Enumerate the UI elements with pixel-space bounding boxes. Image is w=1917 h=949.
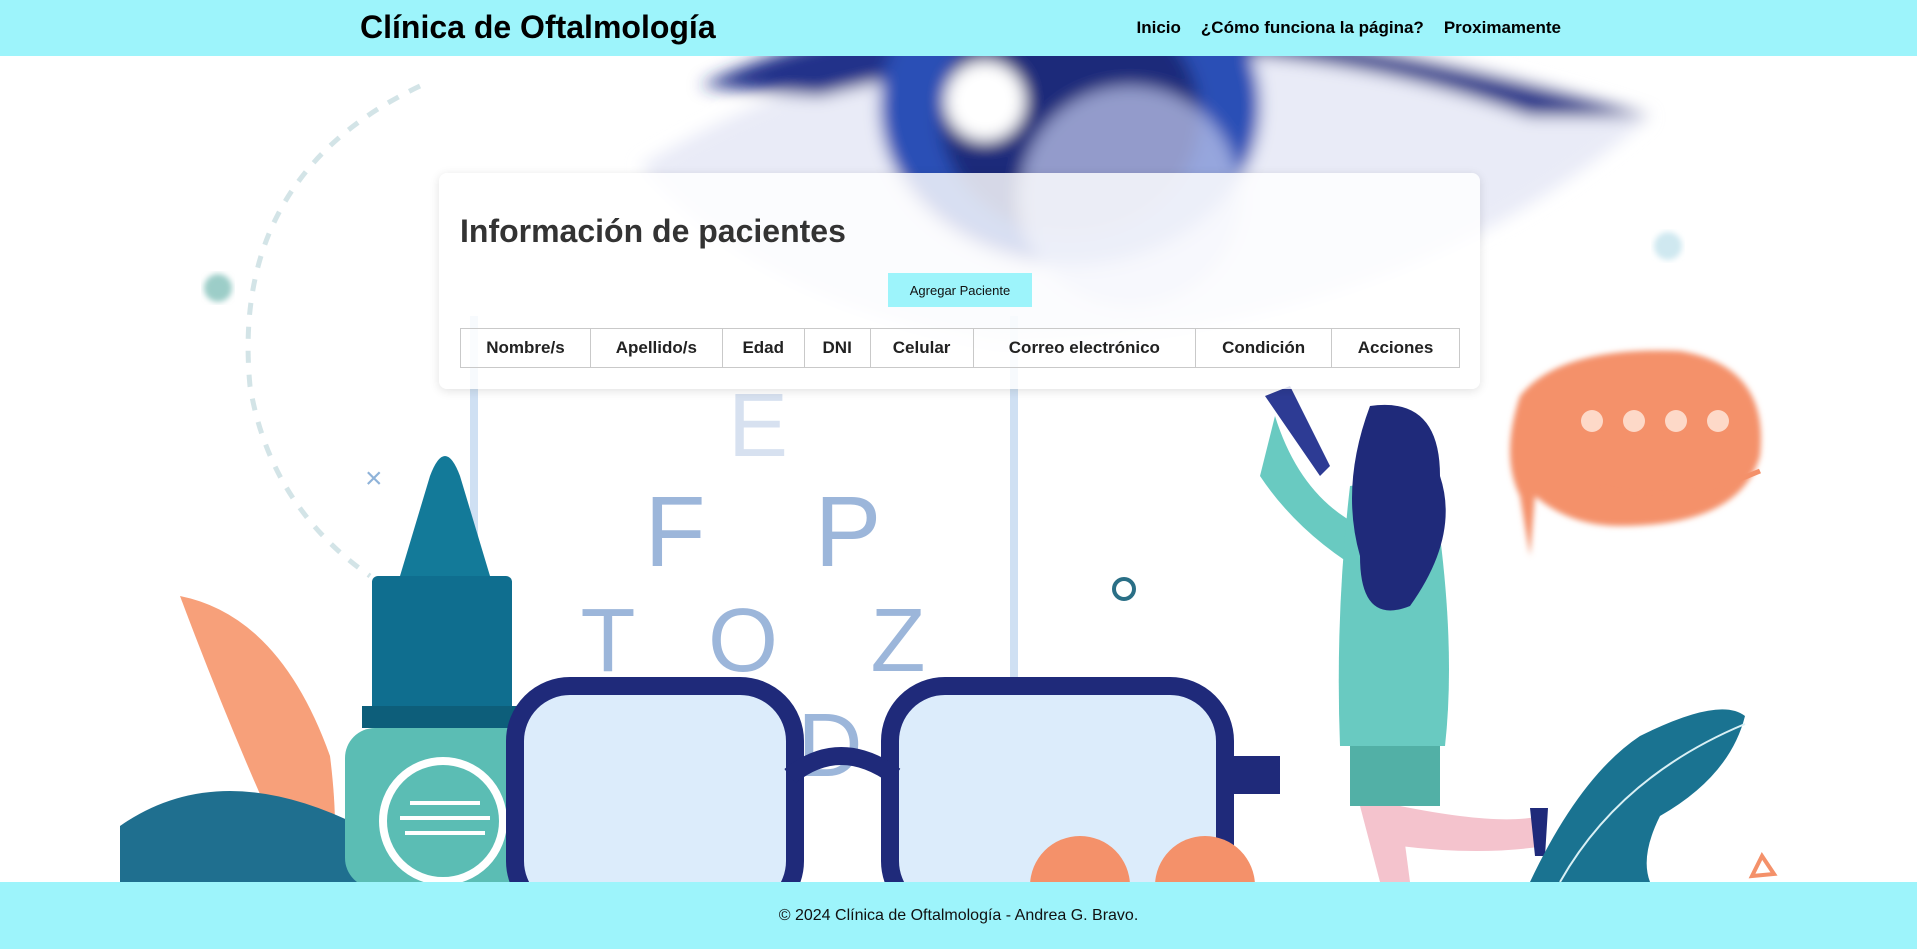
column-header-dni: DNI — [803, 328, 871, 368]
chart-letter: F — [644, 476, 705, 588]
footer-copyright: © 2024 Clínica de Oftalmología - Andrea … — [778, 907, 1139, 924]
column-header-edad: Edad — [721, 328, 805, 368]
page-title: Información de pacientes — [460, 213, 846, 249]
column-header-apellidos: Apellido/s — [589, 328, 723, 368]
chart-letter: Z — [871, 591, 926, 691]
table-header-row: Nombre/s Apellido/s Edad DNI Celular Cor… — [460, 328, 1460, 368]
chart-letter: T — [581, 591, 636, 691]
speech-bubble-graphic — [1510, 350, 1762, 556]
main-nav: Inicio ¿Cómo funciona la página? Proxima… — [1137, 18, 1561, 38]
site-header: Clínica de Oftalmología Inicio ¿Cómo fun… — [0, 0, 1917, 56]
column-header-acciones: Acciones — [1331, 328, 1460, 368]
add-patient-button[interactable]: Agregar Paciente — [888, 273, 1032, 307]
column-header-correo: Correo electrónico — [972, 328, 1197, 368]
column-header-condicion: Condición — [1195, 328, 1333, 368]
patients-panel: Información de pacientes Agregar Pacient… — [439, 173, 1480, 389]
nav-como-funciona[interactable]: ¿Cómo funciona la página? — [1201, 18, 1424, 38]
chart-letter: D — [798, 696, 863, 796]
glasses-graphic — [506, 677, 1280, 882]
chart-letter: O — [708, 591, 778, 691]
nav-proximamente[interactable]: Proximamente — [1444, 18, 1561, 38]
svg-text:×: × — [365, 462, 383, 495]
chart-letter: P — [815, 476, 882, 588]
chart-letter: E — [728, 376, 788, 476]
doctor-graphic — [1260, 386, 1548, 882]
patients-table: Nombre/s Apellido/s Edad DNI Celular Cor… — [460, 328, 1460, 368]
site-footer: © 2024 Clínica de Oftalmología - Andrea … — [0, 882, 1917, 949]
column-header-celular: Celular — [869, 328, 974, 368]
column-header-nombres: Nombre/s — [460, 328, 591, 368]
nav-inicio[interactable]: Inicio — [1137, 18, 1181, 38]
site-brand[interactable]: Clínica de Oftalmología — [360, 9, 716, 46]
